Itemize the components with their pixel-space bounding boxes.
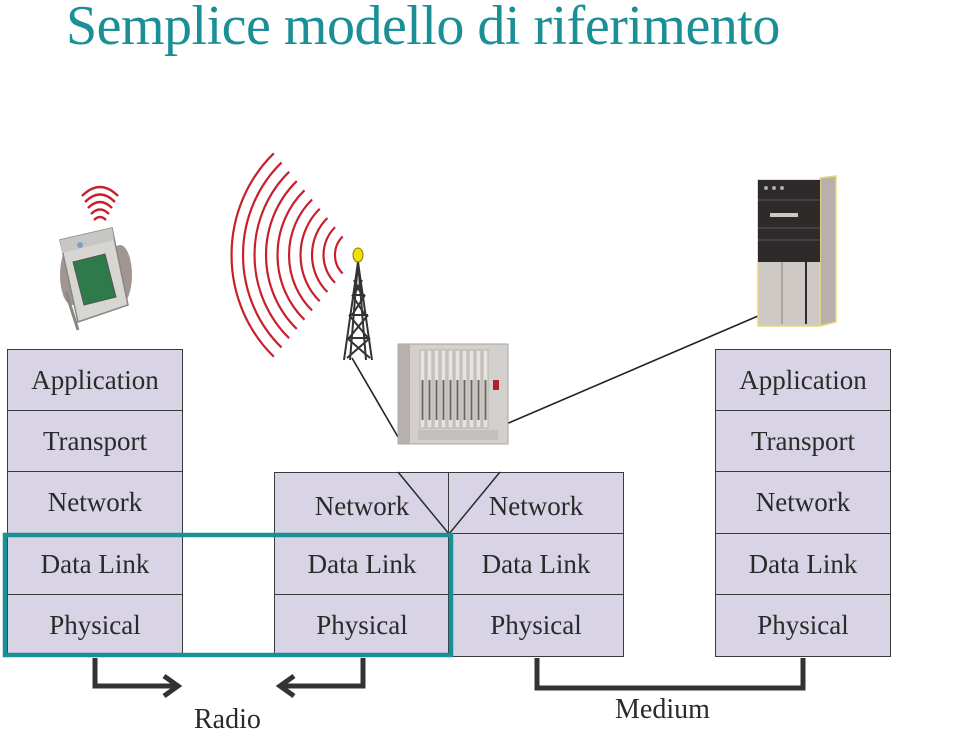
radio-label: Radio (194, 704, 261, 735)
routing-v-line (397, 471, 501, 536)
medium-label: Medium (615, 694, 710, 725)
diagram-overlay (2, 471, 501, 658)
radio-link-highlight (2, 532, 454, 658)
